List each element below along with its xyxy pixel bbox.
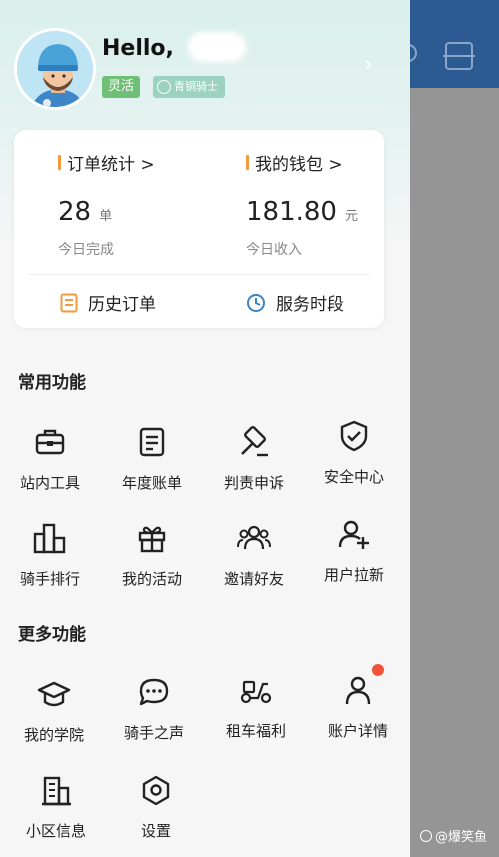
side-drawer: Hello, 灵活 青铜骑士 › 订单统计 > 28 单 今日完成 我的钱包 >… [0,0,410,857]
ranking-icon [32,520,68,556]
grid-item-rider-voice[interactable]: 骑手之声 [104,674,204,743]
stats-card: 订单统计 > 28 单 今日完成 我的钱包 > 181.80 元 今日收入 历史… [14,130,384,328]
title-accent-bar [246,155,249,170]
graduation-cap-icon [36,676,72,712]
scan-icon[interactable] [443,42,475,70]
background-header [395,0,499,88]
order-stats[interactable]: 订单统计 > 28 单 今日完成 [58,150,155,259]
wallet-label: 我的钱包 > [255,155,343,175]
grid-item-rental-benefits[interactable]: 租车福利 [206,672,306,741]
notification-dot [372,664,384,676]
level-badge-icon [157,80,171,94]
grid-item-settings[interactable]: 设置 [106,772,206,841]
add-user-icon [336,516,372,552]
service-hours-label: 服务时段 [276,295,344,315]
grid-item-label: 小区信息 [25,822,86,840]
greeting-text: Hello, [102,36,174,61]
common-functions-title: 常用功能 [18,373,86,393]
bill-icon [134,424,170,460]
watermark: @爆笑鱼 [420,826,487,845]
watermark-icon [420,829,432,842]
scooter-icon [238,672,274,708]
chat-bubble-icon [136,674,172,710]
title-accent-bar [58,155,61,170]
grid-item-label: 骑手排行 [19,570,80,588]
grid-item-label: 账户详情 [327,722,388,740]
grid-item-annual-bill[interactable]: 年度账单 [102,424,202,493]
gavel-icon [236,424,272,460]
profile-chevron-right-icon[interactable]: › [364,52,373,77]
order-stats-label: 订单统计 > [67,155,155,175]
grid-item-label: 骑手之声 [123,724,184,742]
grid-item-label: 租车福利 [225,722,286,740]
grid-item-label: 年度账单 [121,474,182,492]
grid-item-label: 邀请好友 [223,570,284,588]
grid-item-account-details[interactable]: 账户详情 [308,664,408,741]
settings-hexagon-icon [138,772,174,808]
gift-icon [134,520,170,556]
grid-item-label: 安全中心 [323,468,384,486]
order-count-unit: 单 [99,209,113,224]
grid-item-label: 我的学院 [23,726,84,744]
background-app [395,0,499,857]
history-orders-link[interactable]: 历史订单 [60,290,156,315]
grid-item-appeal[interactable]: 判责申诉 [204,424,304,493]
shield-check-icon [336,418,372,454]
building-icon [38,772,74,808]
grid-item-security-center[interactable]: 安全中心 [304,418,404,487]
service-hours-link[interactable]: 服务时段 [246,290,344,315]
username-redacted [188,32,246,62]
grid-item-label: 判责申诉 [223,474,284,492]
order-count-caption: 今日完成 [58,242,114,258]
rider-level-label: 青铜骑士 [174,80,218,93]
rider-type-badge: 灵活 [102,76,141,98]
card-divider [28,274,370,275]
grid-item-my-academy[interactable]: 我的学院 [4,676,104,745]
income-unit: 元 [344,209,358,224]
grid-item-my-activities[interactable]: 我的活动 [102,520,202,589]
grid-item-invite-friends[interactable]: 邀请好友 [204,520,304,589]
document-icon [60,293,78,312]
income-value: 181.80 [246,197,337,227]
income-caption: 今日收入 [246,242,302,258]
grid-item-station-tools[interactable]: 站内工具 [0,424,100,493]
avatar[interactable] [14,28,96,110]
income-amount: 181.80 元 [246,197,358,227]
order-count: 28 单 [58,197,155,227]
grid-item-label: 用户拉新 [323,566,384,584]
wallet-title: 我的钱包 > [246,150,358,175]
clock-icon [247,293,265,312]
history-orders-label: 历史订单 [88,295,156,315]
grid-item-user-acquisition[interactable]: 用户拉新 [304,516,404,585]
toolbox-icon [32,424,68,460]
grid-item-community-info[interactable]: 小区信息 [6,772,106,841]
grid-item-label: 设置 [140,822,171,840]
rider-level-badge: 青铜骑士 [153,76,225,98]
friends-icon [236,520,272,556]
more-functions-title: 更多功能 [18,625,86,645]
order-count-value: 28 [58,197,92,227]
grid-item-label: 站内工具 [19,474,80,492]
wallet-stats[interactable]: 我的钱包 > 181.80 元 今日收入 [246,150,358,259]
person-icon [340,664,384,708]
order-stats-title: 订单统计 > [58,150,155,175]
watermark-text: @爆笑鱼 [435,830,488,845]
grid-item-rider-ranking[interactable]: 骑手排行 [0,520,100,589]
grid-item-label: 我的活动 [121,570,182,588]
